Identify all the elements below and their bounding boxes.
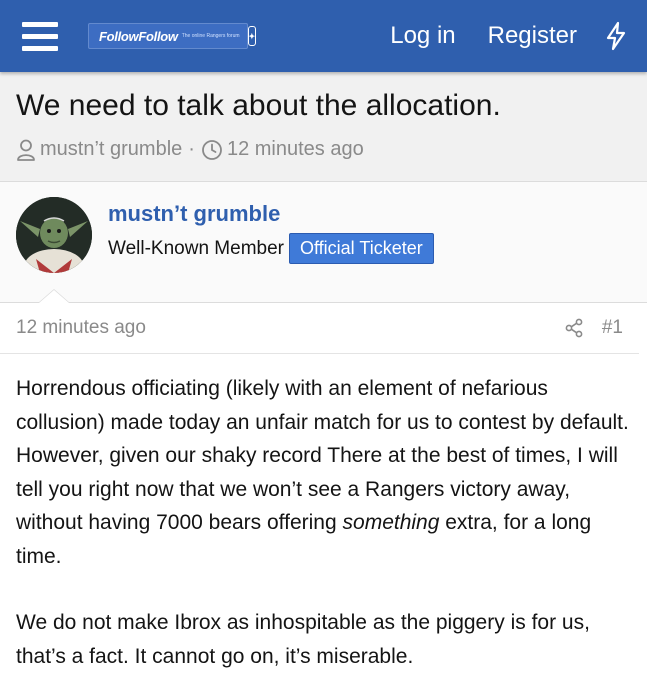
post-meta-actions: #1	[564, 317, 623, 339]
post-time[interactable]: 12 minutes ago	[16, 317, 146, 339]
thread-header: We need to talk about the allocation. mu…	[0, 72, 647, 182]
post-meta-bar: 12 minutes ago #1	[0, 303, 639, 354]
crest-icon: ✦	[247, 26, 257, 46]
yoda-avatar-image	[16, 197, 92, 273]
hamburger-menu-icon[interactable]	[22, 14, 66, 58]
paragraph-1-emphasis: something	[342, 511, 440, 534]
post-body: Horrendous officiating (likely with an e…	[0, 354, 647, 673]
site-logo[interactable]: FollowFollow The online Rangers forum ✦	[88, 23, 257, 49]
thread-time[interactable]: 12 minutes ago	[227, 138, 364, 161]
nav-right: Log in Register	[390, 21, 647, 51]
thread-title: We need to talk about the allocation.	[16, 89, 501, 122]
avatar[interactable]	[16, 197, 92, 273]
post-paragraph-1: Horrendous officiating (likely with an e…	[16, 372, 631, 573]
official-ticketer-badge: Official Ticketer	[289, 233, 434, 264]
top-navigation-bar: FollowFollow The online Rangers forum ✦ …	[0, 0, 647, 72]
logo-subtext: The online Rangers forum	[181, 33, 240, 39]
lightning-bolt-icon[interactable]	[603, 21, 629, 51]
meta-separator: ·	[188, 138, 195, 160]
post-number-link[interactable]: #1	[602, 317, 623, 339]
login-link[interactable]: Log in	[390, 22, 455, 50]
post-user-block: mustn’t grumble Well-Known Member Offici…	[0, 182, 647, 303]
post-username-link[interactable]: mustn’t grumble	[108, 201, 280, 227]
user-title: Well-Known Member	[108, 238, 284, 259]
thread-meta: mustn’t grumble · 12 minutes ago	[16, 138, 631, 161]
thread-author-link[interactable]: mustn’t grumble	[40, 138, 182, 161]
share-icon[interactable]	[564, 318, 584, 338]
user-icon	[17, 139, 35, 161]
post-paragraph-2: We do not make Ibrox as inhospitable as …	[16, 611, 590, 668]
register-link[interactable]: Register	[488, 22, 577, 50]
logo-text: FollowFollow	[99, 28, 178, 44]
clock-icon	[202, 139, 222, 160]
speech-pointer	[38, 289, 70, 303]
